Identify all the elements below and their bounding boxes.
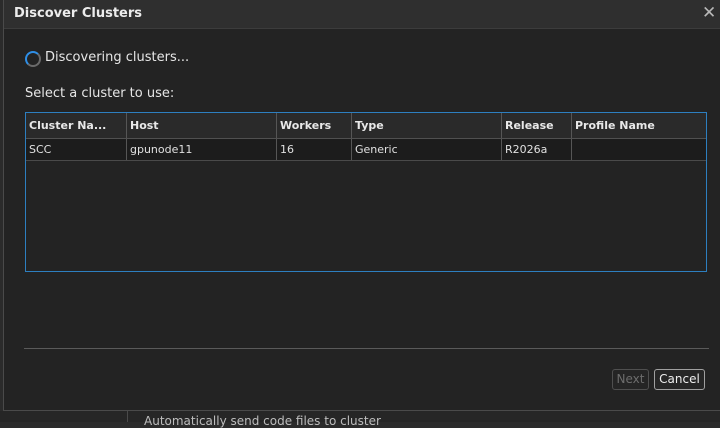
- cancel-button[interactable]: Cancel: [654, 369, 705, 390]
- next-button[interactable]: Next: [612, 369, 649, 390]
- close-icon[interactable]: ✕: [702, 4, 716, 22]
- cell-workers: 16: [277, 139, 352, 160]
- background-option-text: Automatically send code files to cluster: [144, 414, 381, 428]
- column-header-release[interactable]: Release: [502, 113, 572, 138]
- column-header-workers[interactable]: Workers: [277, 113, 352, 138]
- cell-profile-name: [572, 139, 706, 160]
- cluster-table[interactable]: Cluster Na... Host Workers Type Release …: [25, 112, 707, 272]
- spinner-icon: [25, 51, 41, 67]
- dialog-title: Discover Clusters: [14, 6, 143, 21]
- dialog-titlebar: Discover Clusters ✕: [4, 0, 720, 29]
- footer-divider: [24, 348, 709, 349]
- discover-clusters-dialog: Discover Clusters ✕ Discovering clusters…: [3, 0, 720, 411]
- status-text: Discovering clusters...: [45, 50, 190, 65]
- cell-cluster-name: SCC: [26, 139, 127, 160]
- table-row[interactable]: SCC gpunode11 16 Generic R2026a: [26, 139, 706, 161]
- cell-type: Generic: [352, 139, 502, 160]
- column-header-cluster-name[interactable]: Cluster Na...: [26, 113, 127, 138]
- column-header-type[interactable]: Type: [352, 113, 502, 138]
- background-divider: [127, 411, 128, 422]
- table-header-row: Cluster Na... Host Workers Type Release …: [26, 113, 706, 139]
- column-header-profile-name[interactable]: Profile Name: [572, 113, 706, 138]
- cell-host: gpunode11: [127, 139, 277, 160]
- column-header-host[interactable]: Host: [127, 113, 277, 138]
- cell-release: R2026a: [502, 139, 572, 160]
- select-cluster-label: Select a cluster to use:: [25, 86, 175, 101]
